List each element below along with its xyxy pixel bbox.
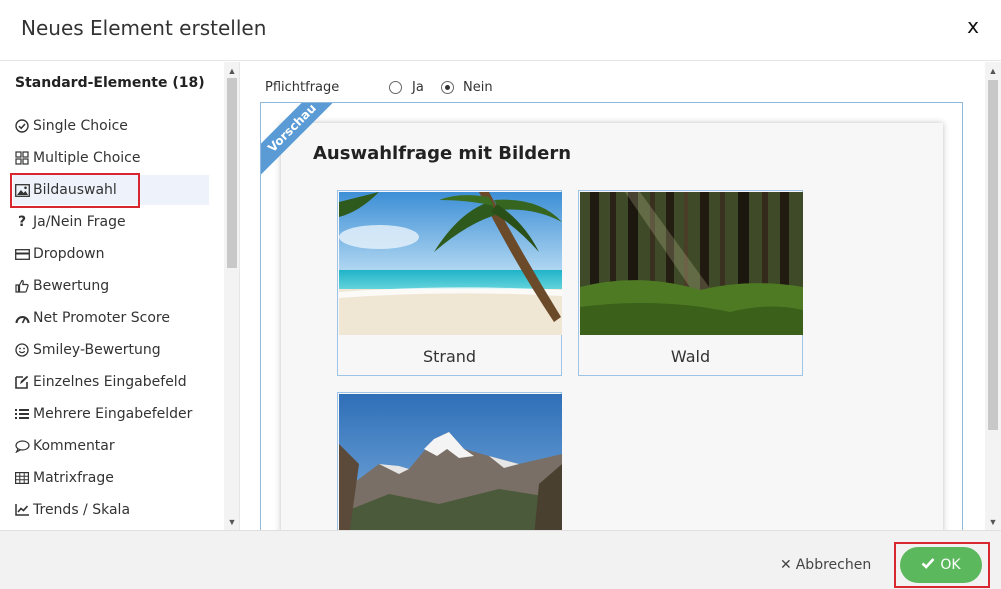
sidebar-item-label: Bildauswahl <box>33 182 117 198</box>
dropdown-icon <box>13 246 31 262</box>
forest-image <box>580 192 803 335</box>
dialog-header: Neues Element erstellen x <box>0 0 1001 61</box>
checkmark-icon <box>921 557 935 573</box>
chart-icon <box>13 502 31 518</box>
choice-label-wald: Wald <box>670 347 711 366</box>
dialog-footer: ✕ Abbrechen OK <box>0 530 1001 589</box>
required-label: Pflichtfrage <box>265 80 340 95</box>
sidebar-item-ja-nein[interactable]: ? Ja/Nein Frage <box>13 207 209 237</box>
image-choice-berge[interactable] <box>337 392 562 530</box>
ok-label: OK <box>940 557 961 573</box>
sidebar-scroll-thumb[interactable] <box>227 78 237 268</box>
sidebar-item-label: Smiley-Bewertung <box>33 342 161 358</box>
sidebar-item-multiple-choice[interactable]: Multiple Choice <box>13 143 209 173</box>
image-choice-strand[interactable]: Strand <box>337 190 562 376</box>
sidebar-item-label: Bewertung <box>33 278 110 294</box>
sidebar-item-label: Dropdown <box>33 246 105 262</box>
close-button[interactable]: x <box>967 14 979 38</box>
ok-button[interactable]: OK <box>900 547 982 583</box>
image-choice-wald[interactable]: Wald <box>578 190 803 376</box>
preview-frame: Auswahlfrage mit Bildern Strand Wald Vor… <box>260 102 963 530</box>
sidebar-item-nps[interactable]: Net Promoter Score <box>13 303 209 333</box>
sidebar-item-label: Matrixfrage <box>33 470 114 486</box>
sidebar-item-smiley[interactable]: Smiley-Bewertung <box>13 335 209 365</box>
scroll-down-arrow-icon[interactable]: ▼ <box>224 517 239 527</box>
sidebar-item-label: Trends / Skala <box>33 502 131 518</box>
sidebar-item-label: Net Promoter Score <box>33 310 170 326</box>
radio-nein-label[interactable]: Nein <box>463 80 493 95</box>
main-scroll-down-arrow-icon[interactable]: ▼ <box>985 517 1001 527</box>
sidebar-item-mehrere-eingabefelder[interactable]: Mehrere Eingabefelder <box>13 399 209 429</box>
sidebar-item-dropdown[interactable]: Dropdown <box>13 239 209 269</box>
scroll-up-arrow-icon[interactable]: ▲ <box>224 66 239 76</box>
sidebar-item-bildauswahl[interactable]: Bildauswahl <box>13 175 209 205</box>
sidebar-item-label: Multiple Choice <box>33 150 141 166</box>
sidebar-item-label: Mehrere Eingabefelder <box>33 406 193 422</box>
question-card: Auswahlfrage mit Bildern Strand Wald <box>281 123 943 530</box>
sidebar-item-single-choice[interactable]: Single Choice <box>13 111 209 141</box>
dialog-title: Neues Element erstellen <box>21 16 267 40</box>
radio-ja[interactable] <box>389 81 402 94</box>
choice-label-strand: Strand <box>422 347 477 366</box>
beach-image <box>339 192 562 335</box>
edit-icon <box>13 374 31 390</box>
sidebar-item-matrixfrage[interactable]: Matrixfrage <box>13 463 209 493</box>
mountain-image <box>339 394 562 530</box>
sidebar-item-bewertung[interactable]: Bewertung <box>13 271 209 301</box>
thumbs-up-icon <box>13 278 31 294</box>
sidebar-heading: Standard-Elemente (18) <box>15 75 205 91</box>
main-panel: Pflichtfrage Ja Nein Auswahlfrage mit Bi… <box>241 62 985 530</box>
sidebar-item-label: Single Choice <box>33 118 128 134</box>
sidebar-item-einzelnes-eingabefeld[interactable]: Einzelnes Eingabefeld <box>13 367 209 397</box>
sidebar-item-label: Ja/Nein Frage <box>33 214 126 230</box>
gauge-icon <box>13 310 31 326</box>
main-scroll-up-arrow-icon[interactable]: ▲ <box>985 66 1001 76</box>
sidebar-item-kommentar[interactable]: Kommentar <box>13 431 209 461</box>
comment-icon <box>13 438 31 454</box>
list-icon <box>13 406 31 422</box>
grid-icon <box>13 150 31 166</box>
table-icon <box>13 470 31 486</box>
close-x-icon: ✕ <box>780 557 792 573</box>
sidebar-item-label: Kommentar <box>33 438 115 454</box>
image-icon <box>13 182 31 198</box>
radio-nein[interactable] <box>441 81 454 94</box>
sidebar-item-label: Einzelnes Eingabefeld <box>33 374 187 390</box>
cancel-label: Abbrechen <box>795 557 872 573</box>
smiley-icon <box>13 342 31 358</box>
radio-ja-label[interactable]: Ja <box>412 80 424 95</box>
question-title: Auswahlfrage mit Bildern <box>313 143 572 164</box>
sidebar-item-trends-skala[interactable]: Trends / Skala <box>13 495 209 525</box>
main-scroll-thumb[interactable] <box>988 80 998 430</box>
question-icon: ? <box>17 214 27 230</box>
element-sidebar: Standard-Elemente (18) Single Choice Mul… <box>0 62 240 530</box>
cancel-button[interactable]: ✕ Abbrechen <box>780 557 871 573</box>
radio-check-icon <box>13 118 31 134</box>
